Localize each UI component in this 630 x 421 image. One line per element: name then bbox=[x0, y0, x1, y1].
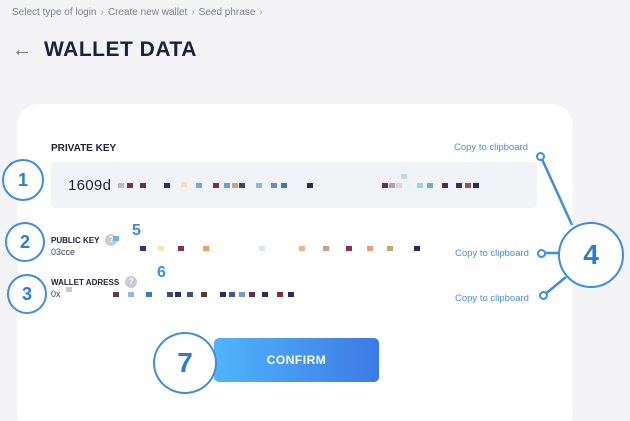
marker-6: 6 bbox=[157, 264, 166, 281]
callout-dot bbox=[537, 249, 546, 258]
marker-1: 1 bbox=[2, 159, 44, 201]
marker-2: 2 bbox=[5, 222, 45, 262]
marker-7: 7 bbox=[153, 332, 217, 394]
callout-dot bbox=[539, 291, 548, 300]
callout-lines bbox=[539, 156, 574, 296]
callout-dot bbox=[536, 152, 545, 161]
marker-4: 4 bbox=[558, 222, 624, 288]
marker-5: 5 bbox=[132, 222, 141, 239]
marker-3: 3 bbox=[7, 274, 47, 314]
